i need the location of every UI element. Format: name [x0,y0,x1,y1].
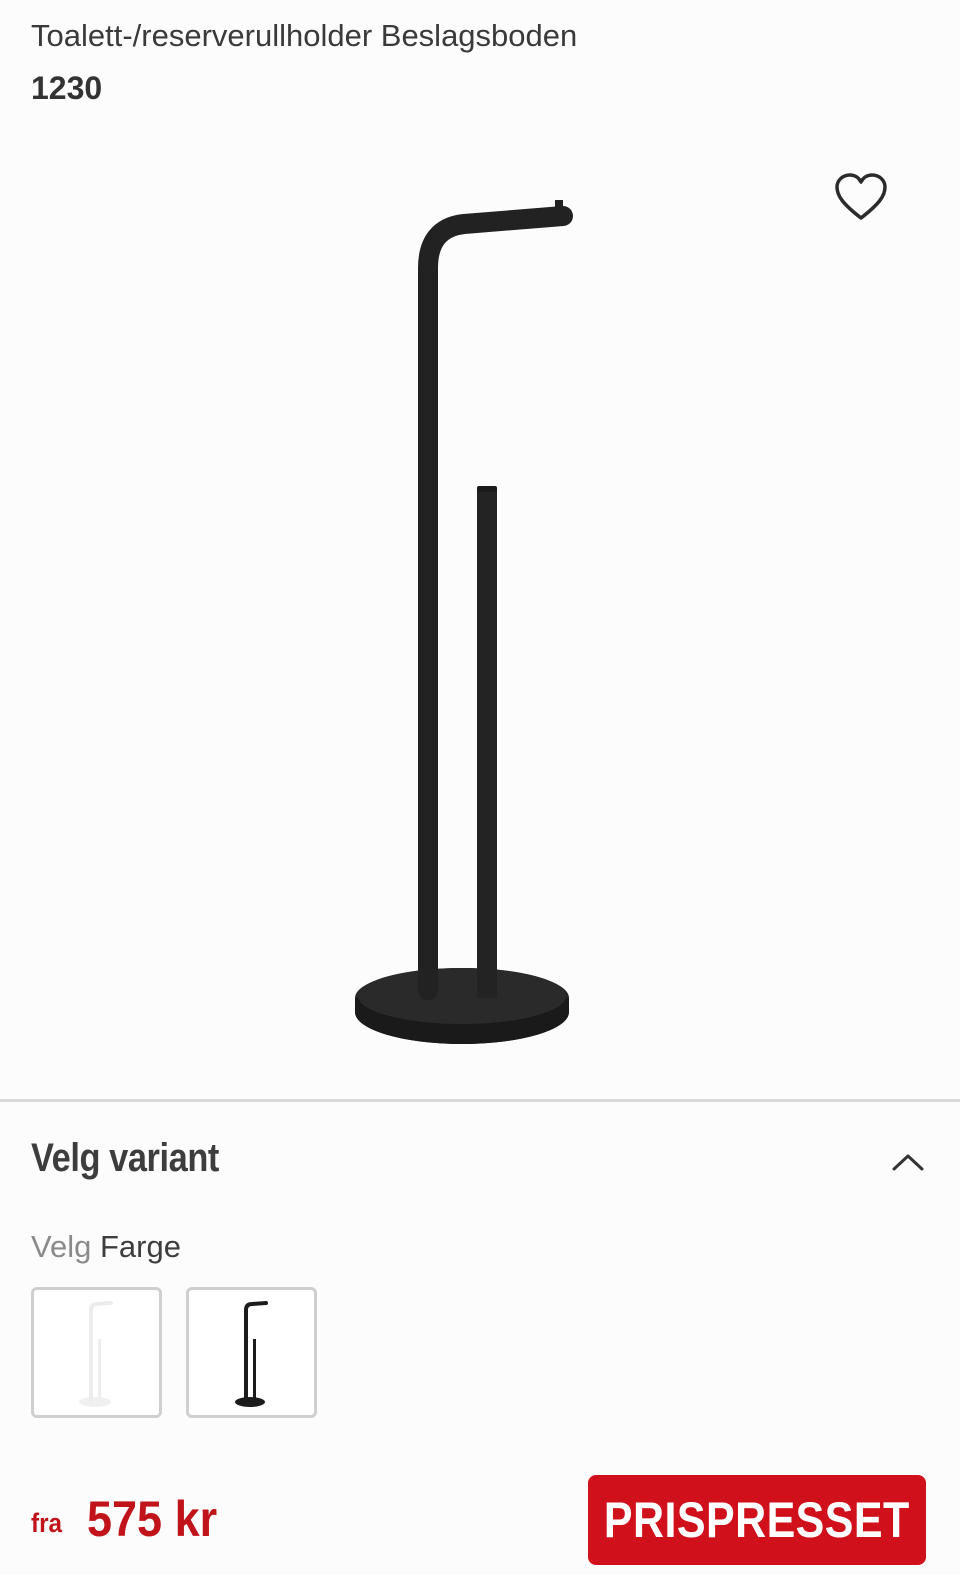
product-title: Toalett-/reserverullholder Beslagsboden [31,18,578,53]
heart-outline-icon [835,173,887,220]
price-from-label: fra [31,1508,63,1538]
color-swatch-white[interactable] [31,1287,162,1418]
section-divider [0,1099,960,1102]
color-label-attribute: Farge [99,1229,181,1264]
variant-section-title: Velg variant [31,1136,219,1180]
prispresset-badge: PRISPRESSET [588,1475,926,1565]
chevron-up-icon [892,1154,924,1171]
product-sku: 1230 [31,70,103,106]
price-amount: 575 kr [87,1491,218,1547]
white-holder-thumbnail [78,1300,113,1407]
product-image [0,130,960,1090]
black-holder-thumbnail [234,1300,268,1407]
color-swatch-black[interactable] [186,1287,317,1418]
color-selector-label: Velg Farge [31,1229,181,1265]
variant-collapse-button[interactable] [884,1140,932,1184]
badge-label: PRISPRESSET [604,1492,910,1548]
favorite-button[interactable] [830,168,892,226]
color-label-prefix: Velg [31,1229,92,1264]
